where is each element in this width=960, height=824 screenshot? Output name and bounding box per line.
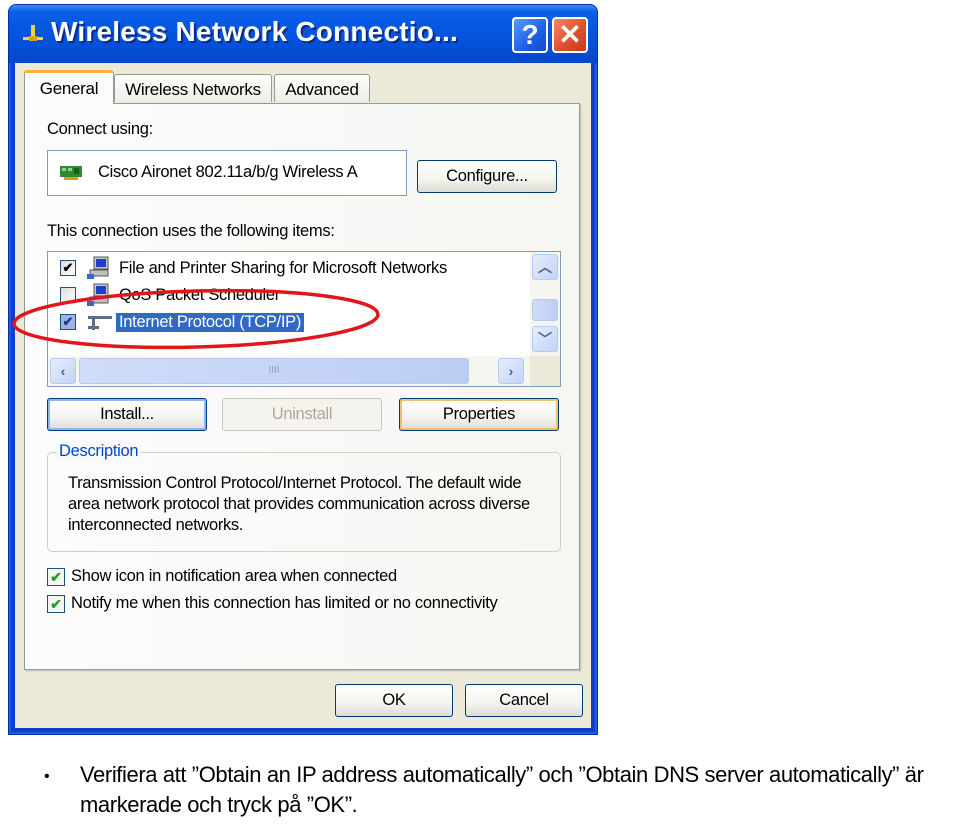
properties-button[interactable]: Properties <box>399 398 559 431</box>
cancel-button[interactable]: Cancel <box>465 684 583 717</box>
list-item-selected[interactable]: ✔ Internet Protocol (TCP/IP) <box>48 310 528 336</box>
item-checkbox[interactable]: ✔ <box>60 260 76 276</box>
horizontal-scroll-thumb[interactable]: IIII <box>79 358 469 384</box>
title-bar[interactable]: Wireless Network Connectio... ? ✕ <box>9 5 597 63</box>
item-label: QoS Packet Scheduler <box>119 286 280 304</box>
dialog-window: Wireless Network Connectio... ? ✕ Genera… <box>8 4 598 735</box>
computer-icon <box>87 256 109 279</box>
tab-wireless-networks[interactable]: Wireless Networks <box>114 74 272 102</box>
tab-general[interactable]: General <box>24 70 114 104</box>
list-item[interactable]: QoS Packet Scheduler <box>48 283 528 309</box>
connect-using-label: Connect using: <box>47 120 153 138</box>
item-label: Internet Protocol (TCP/IP) <box>114 312 306 333</box>
instruction-text: Verifiera att ”Obtain an IP address auto… <box>80 762 924 817</box>
general-tab-panel: Connect using: Cisco Aironet 802.11a/b/g… <box>24 103 580 670</box>
horizontal-scrollbar[interactable]: ‹ IIII › <box>48 356 532 386</box>
vertical-scroll-thumb[interactable] <box>532 299 558 321</box>
list-item[interactable]: ✔ File and Printer Sharing for Microsoft… <box>48 256 528 282</box>
notify-label[interactable]: Notify me when this connection has limit… <box>71 594 498 613</box>
ok-button[interactable]: OK <box>335 684 453 717</box>
scroll-down-button[interactable]: ﹀ <box>532 326 558 352</box>
scroll-right-button[interactable]: › <box>498 358 524 384</box>
protocol-icon <box>88 316 112 330</box>
items-label: This connection uses the following items… <box>47 222 335 240</box>
notify-checkbox[interactable]: ✔ <box>47 595 65 613</box>
scroll-up-button[interactable]: ︿ <box>532 254 558 280</box>
configure-button[interactable]: Configure... <box>417 160 557 193</box>
close-button[interactable]: ✕ <box>552 17 588 53</box>
item-checkbox[interactable]: ✔ <box>60 314 76 330</box>
description-text: Transmission Control Protocol/Internet P… <box>68 474 530 534</box>
vertical-scrollbar[interactable]: ︿ ﹀ <box>530 252 560 356</box>
bullet-icon: • <box>44 768 50 785</box>
scroll-left-button[interactable]: ‹ <box>50 358 76 384</box>
computer-icon <box>87 283 109 306</box>
description-title: Description <box>56 442 142 461</box>
item-checkbox[interactable] <box>60 287 76 303</box>
adapter-field: Cisco Aironet 802.11a/b/g Wireless A <box>47 150 407 196</box>
help-button[interactable]: ? <box>512 17 548 53</box>
connection-items-list[interactable]: ✔ File and Printer Sharing for Microsoft… <box>47 251 561 387</box>
description-group: Description Transmission Control Protoco… <box>47 442 561 552</box>
network-connection-icon <box>23 25 43 41</box>
uninstall-button[interactable]: Uninstall <box>222 398 382 431</box>
close-icon: ✕ <box>558 19 582 50</box>
help-icon: ? <box>521 19 539 50</box>
install-button[interactable]: Install... <box>47 398 207 431</box>
dialog-client-area: General Wireless Networks Advanced Conne… <box>15 63 591 728</box>
tab-advanced[interactable]: Advanced <box>274 74 370 102</box>
item-label: File and Printer Sharing for Microsoft N… <box>119 259 447 277</box>
window-title: Wireless Network Connectio... <box>51 16 458 47</box>
network-card-icon <box>60 166 82 180</box>
adapter-name: Cisco Aironet 802.11a/b/g Wireless A <box>98 163 358 181</box>
show-icon-label[interactable]: Show icon in notification area when conn… <box>71 567 397 586</box>
scrollbar-corner <box>530 356 560 386</box>
show-icon-checkbox[interactable]: ✔ <box>47 568 65 586</box>
